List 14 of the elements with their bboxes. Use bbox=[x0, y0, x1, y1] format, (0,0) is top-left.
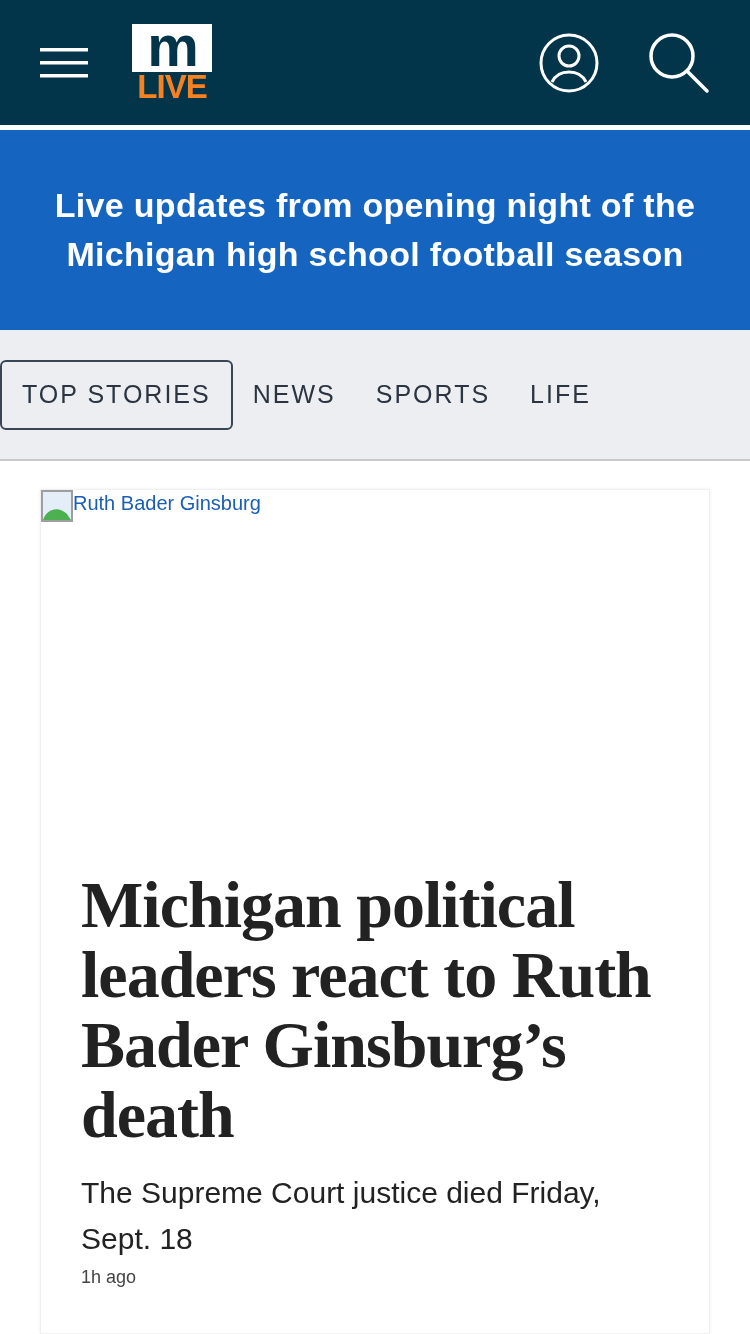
menu-icon[interactable] bbox=[40, 47, 88, 78]
story-headline[interactable]: Michigan political leaders react to Ruth Bader Ginsburg’s death bbox=[81, 870, 669, 1150]
image-alt-text[interactable]: Ruth Bader Ginsburg bbox=[73, 490, 261, 516]
broken-image-icon bbox=[41, 490, 73, 522]
story-summary: The Supreme Court justice died Friday, Sept. 18 bbox=[81, 1175, 602, 1257]
section-tab[interactable]: NEWS bbox=[232, 359, 356, 430]
promo-banner[interactable]: Live updates from opening night of the Michigan high school football season bbox=[0, 130, 750, 330]
story-time: 1h ago bbox=[81, 1266, 138, 1288]
account-icon[interactable] bbox=[538, 31, 600, 94]
section-tab[interactable]: LIFE bbox=[510, 359, 611, 430]
banner-text[interactable]: Live updates from opening night of the Michigan high school football season bbox=[32, 181, 718, 279]
section-tab[interactable]: TOP STORIES bbox=[0, 359, 233, 430]
section-tab[interactable]: SPORTS bbox=[355, 359, 511, 430]
search-icon[interactable] bbox=[648, 31, 710, 94]
